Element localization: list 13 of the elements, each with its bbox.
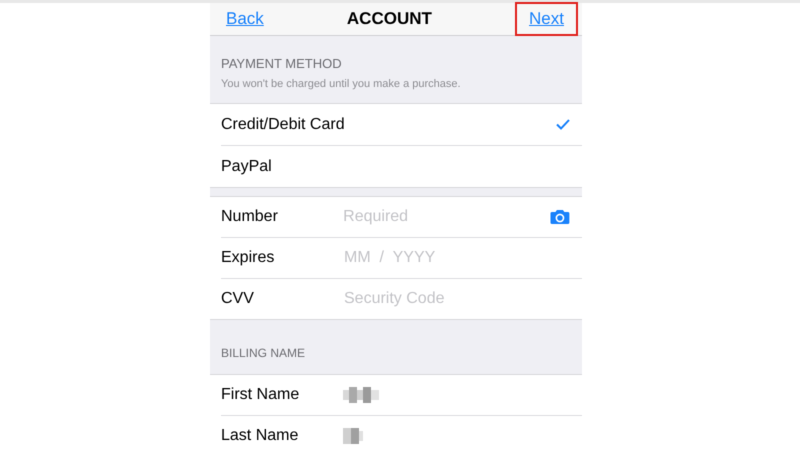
field-label: Number: [221, 207, 279, 227]
input-field[interactable]: Required: [343, 205, 550, 229]
field-label: First Name: [221, 385, 300, 405]
section-header: PAYMENT METHOD: [221, 55, 343, 73]
camera-icon[interactable]: [550, 209, 570, 225]
field-label: Expires: [221, 248, 276, 268]
field-label: CVV: [221, 289, 255, 309]
field-label: Last Name: [221, 426, 300, 446]
section-header: BILLING NAME: [221, 345, 306, 362]
input-field[interactable]: Security Code: [344, 287, 570, 311]
section-note: You won't be charged until you make a purchase.: [221, 76, 462, 92]
input-field[interactable]: MM / YYYY: [344, 246, 570, 270]
screen-title: ACCOUNT: [346, 8, 432, 30]
